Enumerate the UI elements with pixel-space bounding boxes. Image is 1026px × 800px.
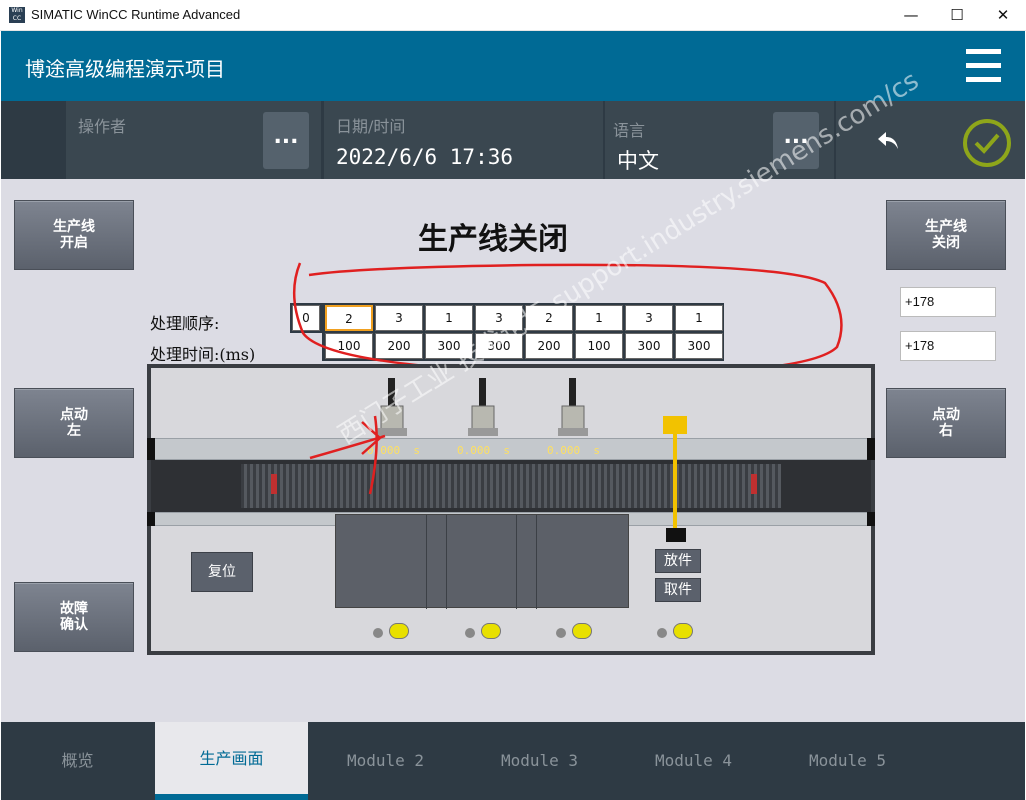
line-off-button[interactable]: 生产线 关闭 [886, 200, 1006, 270]
check-ok-icon[interactable] [962, 118, 1012, 168]
readout-1[interactable]: +178 [900, 287, 996, 317]
jog-right-button[interactable]: 点动 右 [886, 388, 1006, 458]
rail-upper [151, 438, 871, 460]
rail-end-right-lower [867, 512, 875, 526]
datetime-value: 2022/6/6 17:36 [336, 145, 514, 169]
gripper-claw-icon [666, 528, 686, 542]
indicator-off-icon [657, 628, 667, 638]
back-arrow-icon[interactable] [876, 129, 900, 151]
jog-left-button[interactable]: 点动 左 [14, 388, 134, 458]
rail-end-right [867, 438, 875, 460]
readout-2[interactable]: +178 [900, 331, 996, 361]
line-status-text: 生产线关闭 [418, 222, 568, 257]
take-button[interactable]: 取件 [655, 578, 701, 602]
line-on-button[interactable]: 生产线 开启 [14, 200, 134, 270]
fault-ack-button[interactable]: 故障 确认 [14, 582, 134, 652]
tab-bar: 概览 生产画面 Module 2 Module 3 Module 4 Modul… [1, 722, 1025, 800]
indicator-off-icon [373, 628, 383, 638]
language-label: 语言 [613, 121, 646, 140]
tab-module-5[interactable]: Module 5 [771, 722, 924, 800]
tab-module-4[interactable]: Module 4 [617, 722, 770, 800]
project-title: 博途高级编程演示项目 [25, 57, 225, 81]
rail-end-left [147, 438, 155, 460]
reset-button[interactable]: 复位 [191, 552, 253, 592]
datetime-cell: 日期/时间 2022/6/6 17:36 [324, 101, 603, 179]
indicator-on-icon [572, 623, 592, 639]
window-titlebar: Win CC SIMATIC WinCC Runtime Advanced — ☐… [0, 0, 1026, 31]
indicator-off-icon [556, 628, 566, 638]
operator-cell: 操作者 ... [66, 101, 321, 179]
language-value: 中文 [617, 149, 659, 173]
tab-overview[interactable]: 概览 [1, 722, 154, 800]
indicator-off-icon [465, 628, 475, 638]
indicator-on-icon [481, 623, 501, 639]
close-button[interactable]: ✕ [980, 0, 1026, 31]
drill-head-icon [468, 378, 498, 436]
gripper-rod [673, 434, 677, 528]
time-label: 处理时间:(ms) [150, 345, 256, 364]
operator-more-button[interactable]: ... [263, 112, 309, 169]
drill-head-icon [558, 378, 588, 436]
maximize-button[interactable]: ☐ [934, 0, 980, 31]
conveyor-belt [151, 460, 871, 512]
tab-module-3[interactable]: Module 3 [463, 722, 616, 800]
production-line-scene: 0.000 s 0.000 s 0.000 s 复位 放件 取件 [147, 364, 875, 655]
right-sensor-icon [751, 474, 757, 494]
indicator-on-icon [673, 623, 693, 639]
operator-label: 操作者 [78, 117, 127, 136]
rail-end-left-lower [147, 512, 155, 526]
tab-production[interactable]: 生产画面 [155, 722, 308, 800]
timer-3: 0.000 s [547, 444, 600, 457]
window-title: SIMATIC WinCC Runtime Advanced [31, 7, 241, 22]
indicator-on-icon [389, 623, 409, 639]
timer-2: 0.000 s [457, 444, 510, 457]
station-base [335, 514, 629, 609]
sequence-label: 处理顺序: [150, 314, 220, 333]
left-sensor-icon [271, 474, 277, 494]
wincc-logo-icon: Win CC [9, 7, 25, 23]
minimize-button[interactable]: — [888, 0, 934, 31]
tab-module-2[interactable]: Module 2 [309, 722, 462, 800]
datetime-label: 日期/时间 [336, 117, 406, 136]
gripper-head-icon [663, 416, 687, 434]
place-button[interactable]: 放件 [655, 549, 701, 573]
hamburger-menu-icon[interactable] [966, 49, 1001, 83]
